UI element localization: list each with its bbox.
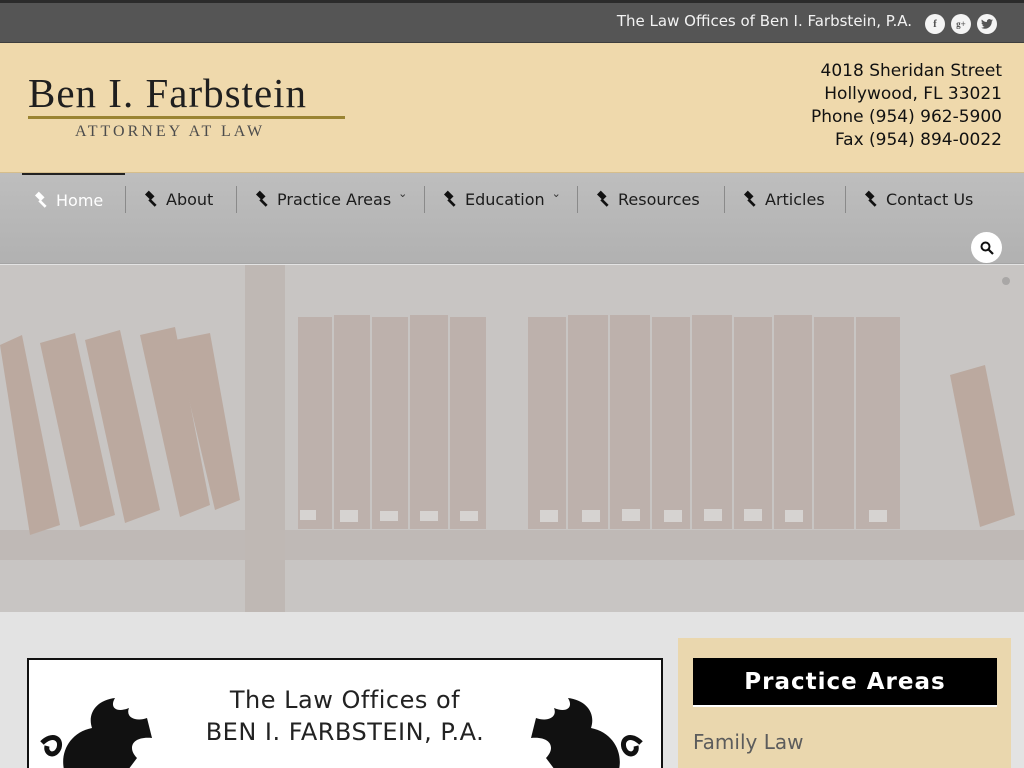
nav-practice-areas-label: Practice Areas <box>277 189 392 209</box>
search-icon <box>980 241 994 255</box>
google-plus-icon[interactable]: g+ <box>951 14 971 34</box>
facebook-icon[interactable]: f <box>925 14 945 34</box>
gavel-icon <box>596 190 609 207</box>
nav-articles-label: Articles <box>765 189 825 209</box>
practice-areas-sidebar: Practice Areas Family Law <box>678 638 1011 768</box>
nav-divider <box>845 186 846 213</box>
sidebar-link-family-law[interactable]: Family Law <box>693 730 803 754</box>
nav-about[interactable]: About <box>143 173 213 225</box>
nav-divider <box>125 186 126 213</box>
chevron-down-icon: ⌄ <box>398 186 408 200</box>
sidebar-heading: Practice Areas <box>693 658 997 707</box>
address-fax: Fax (954) 894-0022 <box>834 130 1002 150</box>
nav-about-label: About <box>166 189 214 209</box>
firm-logo-box: The Law Offices of BEN I. FARBSTEIN, P.A… <box>27 658 663 768</box>
twitter-icon[interactable] <box>977 14 997 34</box>
griffin-right-icon <box>531 698 643 768</box>
nav-divider <box>577 186 578 213</box>
site-header: Ben I. Farbstein ATTORNEY AT LAW 4018 Sh… <box>0 43 1024 173</box>
nav-home[interactable]: Home <box>22 173 125 225</box>
nav-contact-us[interactable]: Contact Us <box>863 173 973 225</box>
gavel-icon <box>255 190 268 207</box>
contact-address: 4018 Sheridan Street Hollywood, FL 33021… <box>811 60 1002 152</box>
nav-divider <box>236 186 237 213</box>
site-tagline: The Law Offices of Ben I. Farbstein, P.A… <box>616 12 912 30</box>
nav-education[interactable]: Education ⌄ <box>442 173 561 225</box>
search-button[interactable] <box>971 232 1002 263</box>
nav-home-label: Home <box>56 190 104 210</box>
logo[interactable]: Ben I. Farbstein <box>28 69 307 117</box>
gavel-icon <box>34 191 47 208</box>
logo-subtitle: ATTORNEY AT LAW <box>75 123 266 140</box>
top-bar: The Law Offices of Ben I. Farbstein, P.A… <box>0 0 1024 43</box>
logo-divider <box>28 116 345 119</box>
address-phone: Phone (954) 962-5900 <box>810 107 1002 127</box>
bookshelf-image <box>0 265 1024 612</box>
gavel-icon <box>864 190 877 207</box>
hero-banner <box>0 265 1024 612</box>
nav-articles[interactable]: Articles <box>742 173 825 225</box>
gavel-icon <box>743 190 756 207</box>
nav-divider <box>724 186 725 213</box>
nav-education-label: Education <box>465 189 545 209</box>
nav-resources-label: Resources <box>618 189 700 209</box>
address-city: Hollywood, FL 33021 <box>824 84 1002 104</box>
nav-practice-areas[interactable]: Practice Areas ⌄ <box>254 173 407 225</box>
chevron-down-icon: ⌄ <box>551 186 561 200</box>
nav-resources[interactable]: Resources <box>595 173 700 225</box>
gavel-icon <box>443 190 456 207</box>
slider-dot[interactable] <box>1002 277 1010 285</box>
main-nav: Home About Practice Areas ⌄ Education ⌄ … <box>0 173 1024 264</box>
nav-divider <box>424 186 425 213</box>
gavel-icon <box>144 190 157 207</box>
nav-contact-us-label: Contact Us <box>886 189 974 209</box>
address-street: 4018 Sheridan Street <box>820 61 1002 81</box>
